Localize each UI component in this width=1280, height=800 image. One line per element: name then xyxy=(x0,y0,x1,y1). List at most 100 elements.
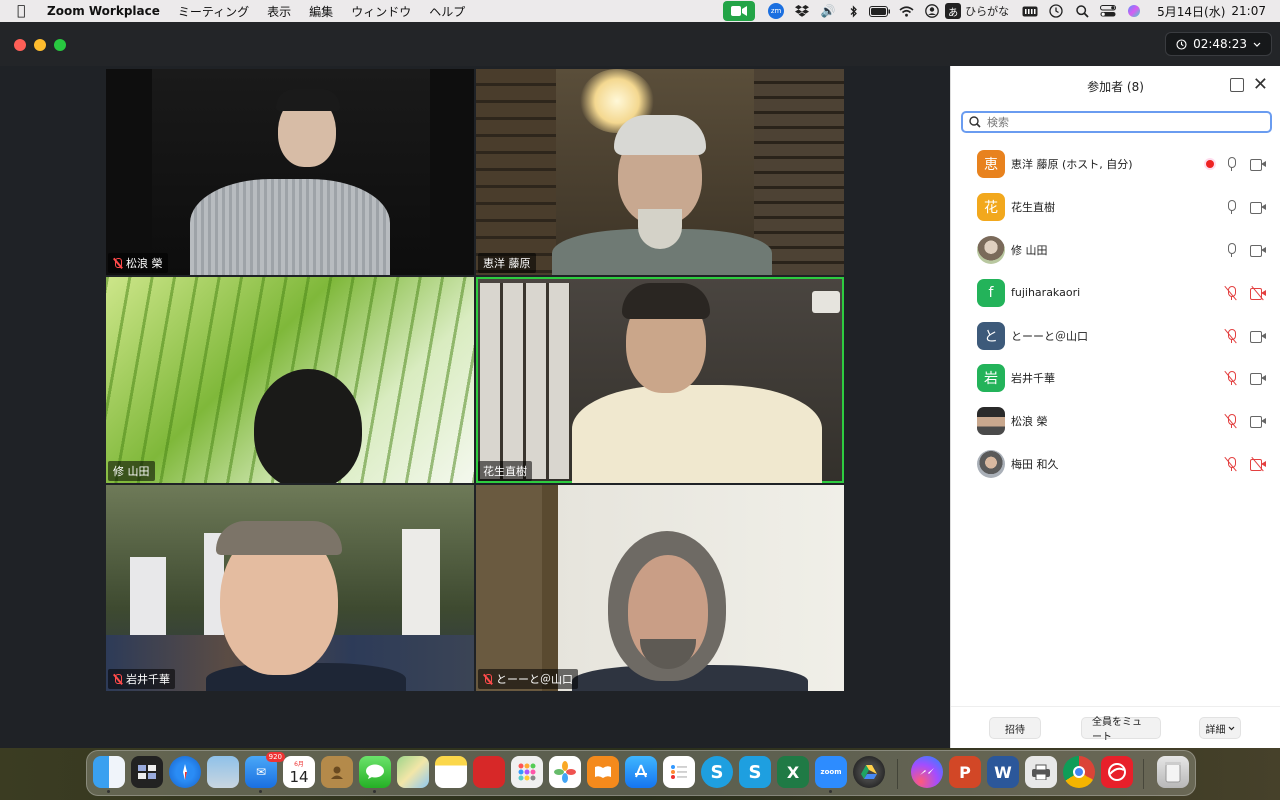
contacts-icon[interactable] xyxy=(321,756,353,788)
menu-help[interactable]: ヘルプ xyxy=(429,3,465,20)
search-input[interactable] xyxy=(987,115,1270,129)
finder-icon[interactable] xyxy=(93,756,125,788)
app-menu[interactable]: Zoom Workplace xyxy=(47,4,160,18)
participants-panel-footer: 招待 全員をミュート 詳細 xyxy=(951,706,1280,748)
word-icon[interactable]: W xyxy=(987,756,1019,788)
video-tile[interactable]: 松浪 榮 xyxy=(106,69,474,275)
video-tile[interactable]: 岩井千華 xyxy=(106,485,474,691)
trash-icon[interactable] xyxy=(1157,756,1189,788)
user-account-icon[interactable] xyxy=(919,0,945,22)
printer-icon[interactable] xyxy=(1025,756,1057,788)
news-app-icon[interactable] xyxy=(473,756,505,788)
menubar-time[interactable]: 21:07 xyxy=(1231,4,1266,18)
video-tile[interactable]: 修 山田 xyxy=(106,277,474,483)
video-camera-icon[interactable] xyxy=(1250,416,1266,429)
participant-row[interactable]: 花 花生直樹 xyxy=(951,186,1280,229)
maps-icon[interactable] xyxy=(397,756,429,788)
video-camera-icon[interactable] xyxy=(1250,244,1266,257)
volume-icon[interactable]: 🔊 xyxy=(815,0,841,22)
battery-icon[interactable] xyxy=(867,0,893,22)
participants-panel-header: 参加者 (8) ✕ xyxy=(951,66,1280,106)
microphone-muted-icon[interactable] xyxy=(1224,371,1238,386)
books-icon[interactable] xyxy=(587,756,619,788)
menu-window[interactable]: ウィンドウ xyxy=(351,3,411,20)
zoom-tray-icon[interactable]: zm xyxy=(763,0,789,22)
launchpad-icon[interactable] xyxy=(511,756,543,788)
microphone-muted-icon[interactable] xyxy=(1224,285,1238,301)
safari-icon[interactable] xyxy=(169,756,201,788)
menubar:  Zoom Workplace ミーティング 表示 編集 ウィンドウ ヘルプ … xyxy=(0,0,1280,22)
chevron-down-icon xyxy=(1253,42,1261,47)
tile-name-tag: 恵洋 藤原 xyxy=(478,253,536,273)
participant-row[interactable]: と とーーと＠山口 xyxy=(951,314,1280,357)
time-machine-icon[interactable] xyxy=(1043,0,1069,22)
participant-name: 松浪 榮 xyxy=(1011,415,1048,429)
preview-icon[interactable] xyxy=(207,756,239,788)
video-camera-icon[interactable] xyxy=(1250,159,1266,172)
reminders-icon[interactable] xyxy=(663,756,695,788)
apple-menu-icon[interactable]:  xyxy=(17,3,33,19)
zoom-video-tray-icon[interactable] xyxy=(723,1,756,21)
participant-row[interactable]: 岩 岩井千華 xyxy=(951,357,1280,400)
microphone-muted-icon[interactable] xyxy=(1224,413,1238,429)
fullscreen-window-button[interactable] xyxy=(54,39,66,51)
trend-micro-icon[interactable] xyxy=(1101,756,1133,788)
google-drive-icon[interactable] xyxy=(853,756,885,788)
skype-icon[interactable]: S xyxy=(701,756,733,788)
microphone-muted-icon[interactable] xyxy=(1224,456,1238,472)
microphone-muted-icon[interactable] xyxy=(1224,328,1238,343)
excel-icon[interactable]: X xyxy=(777,756,809,788)
notes-icon[interactable] xyxy=(435,756,467,788)
bluetooth-icon[interactable] xyxy=(841,0,867,22)
menubar-date[interactable]: 5月14日(水) xyxy=(1157,3,1225,20)
chrome-icon[interactable] xyxy=(1063,756,1095,788)
video-tile-active-speaker[interactable]: 花生直樹 xyxy=(476,277,844,483)
video-tile[interactable]: 恵洋 藤原 xyxy=(476,69,844,275)
keyboard-icon[interactable] xyxy=(1017,0,1043,22)
messenger-icon[interactable] xyxy=(911,756,943,788)
pop-out-icon[interactable] xyxy=(1230,78,1244,92)
participant-row[interactable]: 恵 恵洋 藤原 (ホスト, 自分) xyxy=(951,143,1280,186)
close-icon[interactable]: ✕ xyxy=(1253,74,1268,95)
siri-icon[interactable] xyxy=(1121,0,1147,22)
avatar: 恵 xyxy=(977,150,1005,179)
microphone-icon[interactable] xyxy=(1226,242,1236,257)
app-store-icon[interactable] xyxy=(625,756,657,788)
video-off-icon[interactable] xyxy=(1250,456,1266,472)
video-camera-icon[interactable] xyxy=(1250,330,1266,343)
mute-all-button[interactable]: 全員をミュート xyxy=(1081,717,1161,743)
powerpoint-icon[interactable]: P xyxy=(949,756,981,788)
spotlight-search-icon[interactable] xyxy=(1069,0,1095,22)
video-tile[interactable]: とーーと＠山口 xyxy=(476,485,844,691)
calendar-icon[interactable]: 6月 14 xyxy=(283,756,315,788)
close-window-button[interactable] xyxy=(14,39,26,51)
participant-row[interactable]: f fujiharakaori xyxy=(951,271,1280,314)
input-mode-icon[interactable]: あひらがな xyxy=(945,0,1017,22)
zoom-icon[interactable]: zoom xyxy=(815,756,847,788)
participant-row[interactable]: 修 山田 xyxy=(951,229,1280,272)
messages-icon[interactable] xyxy=(359,756,391,788)
wifi-icon[interactable] xyxy=(893,0,919,22)
menu-edit[interactable]: 編集 xyxy=(309,3,333,20)
control-center-icon[interactable] xyxy=(1095,0,1121,22)
skype-for-business-icon[interactable]: S xyxy=(739,756,771,788)
participant-search[interactable] xyxy=(961,111,1272,133)
participant-name: 岩井千華 xyxy=(1011,372,1055,386)
video-off-icon[interactable] xyxy=(1250,285,1266,301)
microphone-icon[interactable] xyxy=(1226,157,1236,172)
microphone-icon[interactable] xyxy=(1226,200,1236,215)
video-camera-icon[interactable] xyxy=(1250,373,1266,386)
meeting-timer[interactable]: 02:48:23 xyxy=(1165,32,1272,56)
participant-row[interactable]: 梅田 和久 xyxy=(951,443,1280,486)
mission-control-icon[interactable] xyxy=(131,756,163,788)
video-camera-icon[interactable] xyxy=(1250,202,1266,215)
mail-icon[interactable]: ✉ 920 xyxy=(245,752,285,788)
menu-view[interactable]: 表示 xyxy=(267,3,291,20)
participant-row[interactable]: 松浪 榮 xyxy=(951,400,1280,443)
more-options-button[interactable]: 詳細 xyxy=(1199,717,1241,739)
dropbox-icon[interactable] xyxy=(789,0,815,22)
photos-icon[interactable] xyxy=(549,756,581,788)
menu-meeting[interactable]: ミーティング xyxy=(178,3,249,20)
invite-button[interactable]: 招待 xyxy=(989,717,1041,739)
minimize-window-button[interactable] xyxy=(34,39,46,51)
